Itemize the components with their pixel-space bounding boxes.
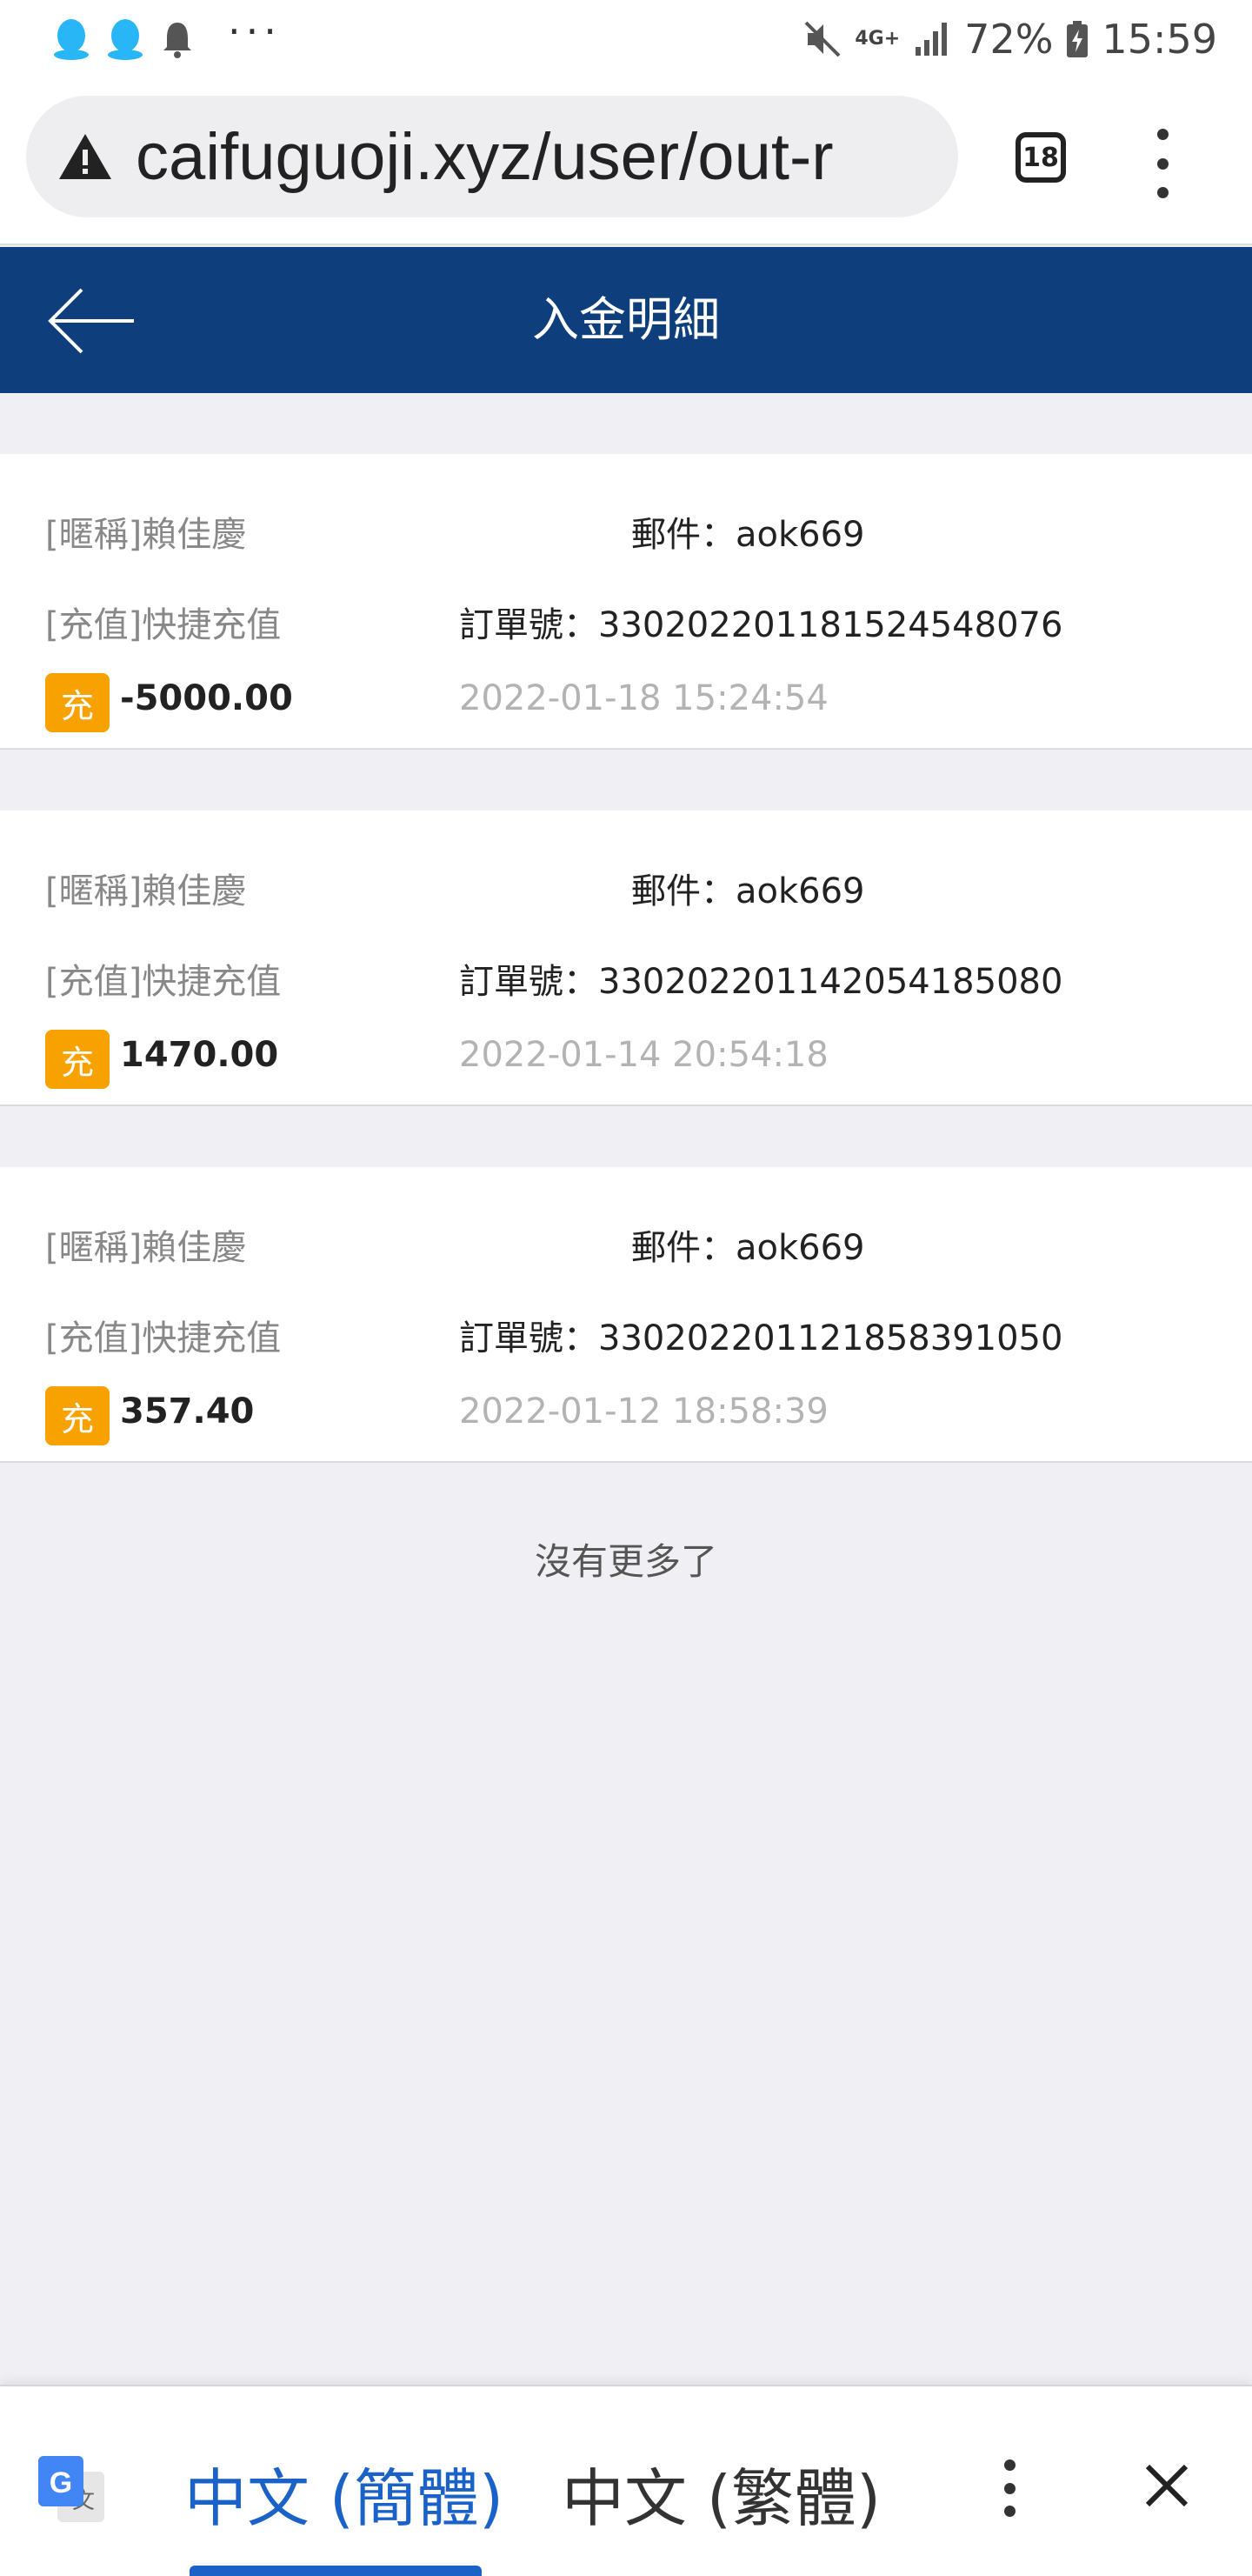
status-bar: ··· 4G+ 72% 15:59	[0, 0, 1252, 78]
language-option-traditional[interactable]: 中文 (繁體)	[562, 2447, 881, 2539]
language-option-simplified[interactable]: 中文 (簡體)	[184, 2447, 503, 2539]
record-datetime: 2022-01-18 15:24:54	[459, 678, 829, 718]
menu-dot-icon	[1003, 2459, 1016, 2471]
signal-icon	[916, 23, 948, 56]
record-amount: 1470.00	[120, 1035, 279, 1075]
network-type: 4G+	[855, 28, 901, 50]
record-email: 郵件：aok669	[631, 871, 865, 911]
menu-dot-icon	[1003, 2506, 1016, 2517]
record-amount: 357.40	[120, 1391, 255, 1431]
battery-percent: 72%	[964, 16, 1054, 63]
browser-toolbar: caifuguoji.xyz/user/out-r 18	[0, 78, 1252, 245]
deposit-badge: 充	[45, 673, 110, 732]
clock: 15:59	[1102, 16, 1217, 63]
url-text[interactable]: caifuguoji.xyz/user/out-r	[136, 119, 834, 195]
page-header: 入金明細	[0, 247, 1252, 393]
record-nickname: [暱稱]賴佳慶	[45, 871, 247, 911]
record-nickname: [暱稱]賴佳慶	[45, 515, 247, 555]
warning-icon[interactable]	[57, 130, 113, 183]
battery-icon	[1067, 21, 1089, 57]
back-arrow-icon[interactable]	[43, 282, 139, 360]
deposit-record[interactable]: [暱稱]賴佳慶 郵件：aok669 [充值]快捷充值 訂單號：330202201…	[0, 811, 1252, 1106]
close-icon[interactable]	[1139, 2458, 1195, 2513]
record-amount: -5000.00	[120, 678, 293, 718]
tab-switcher-button[interactable]: 18	[1016, 132, 1066, 183]
record-nickname: [暱稱]賴佳慶	[45, 1228, 247, 1268]
record-email: 郵件：aok669	[631, 515, 865, 555]
deposit-badge: 充	[45, 1030, 110, 1089]
record-type: [充值]快捷充值	[45, 962, 282, 1002]
menu-dot-icon	[1156, 157, 1169, 170]
deposit-record[interactable]: [暱稱]賴佳慶 郵件：aok669 [充值]快捷充值 訂單號：330202201…	[0, 454, 1252, 750]
record-order-number: 訂單號：330202201142054185080	[459, 962, 1063, 1002]
selected-language-indicator	[190, 2566, 482, 2576]
page-title: 入金明細	[532, 292, 720, 347]
more-notifications-icon: ···	[228, 8, 282, 55]
menu-dot-icon	[1003, 2482, 1016, 2494]
record-datetime: 2022-01-12 18:58:39	[459, 1391, 829, 1431]
mute-icon	[804, 21, 841, 57]
qq-icon	[108, 19, 143, 60]
record-datetime: 2022-01-14 20:54:18	[459, 1035, 829, 1075]
system-indicators: 4G+ 72% 15:59	[802, 9, 1217, 70]
browser-menu-button[interactable]	[1149, 129, 1175, 198]
url-bar[interactable]: caifuguoji.xyz/user/out-r	[26, 96, 958, 217]
record-type: [充值]快捷充值	[45, 1318, 282, 1358]
deposit-badge: 充	[45, 1386, 110, 1445]
deposit-record[interactable]: [暱稱]賴佳慶 郵件：aok669 [充值]快捷充值 訂單號：330202201…	[0, 1167, 1252, 1463]
record-email: 郵件：aok669	[631, 1228, 865, 1268]
notification-icons: ···	[52, 9, 282, 70]
menu-dot-icon	[1156, 187, 1169, 198]
google-translate-icon: 文 G	[38, 2456, 104, 2522]
bell-icon	[163, 23, 191, 58]
record-type: [充值]快捷充值	[45, 605, 282, 645]
svg-text:G: G	[50, 2466, 72, 2499]
no-more-text: 沒有更多了	[534, 1540, 717, 1583]
record-order-number: 訂單號：33020220118152454807​6	[459, 605, 1063, 645]
qq-icon	[54, 19, 89, 60]
record-order-number: 訂單號：330202201121858391050	[459, 1318, 1063, 1358]
translate-menu-button[interactable]	[996, 2459, 1022, 2517]
translate-bar: 文 G 中文 (簡體) 中文 (繁體)	[0, 2385, 1252, 2576]
menu-dot-icon	[1156, 129, 1169, 140]
